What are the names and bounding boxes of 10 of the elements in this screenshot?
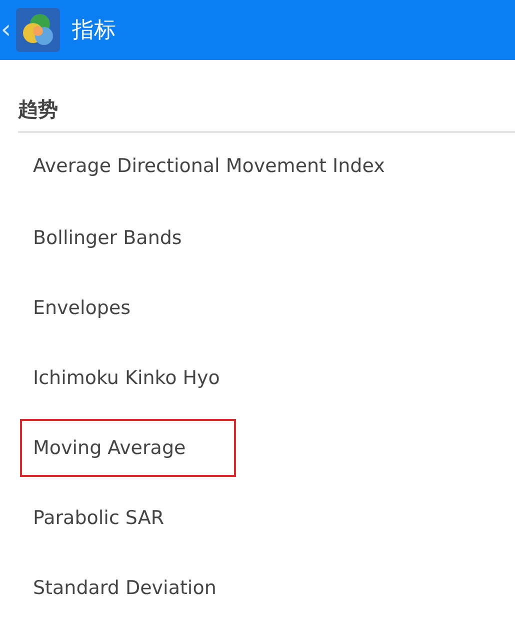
screen-title: 指标 — [72, 17, 116, 45]
indicator-item[interactable]: Average Directional Movement Index — [20, 137, 398, 195]
indicator-item[interactable]: Ichimoku Kinko Hyo — [20, 349, 233, 407]
indicator-item[interactable]: Standard Deviation — [20, 559, 230, 617]
indicator-item[interactable]: Bollinger Bands — [20, 209, 195, 267]
indicator-item[interactable]: Envelopes — [20, 279, 144, 337]
app-logo-icon — [16, 8, 60, 52]
indicator-item[interactable]: Parabolic SAR — [20, 489, 178, 547]
indicator-item[interactable]: Moving Average — [20, 419, 236, 477]
section-header: 趋势 — [18, 96, 515, 133]
